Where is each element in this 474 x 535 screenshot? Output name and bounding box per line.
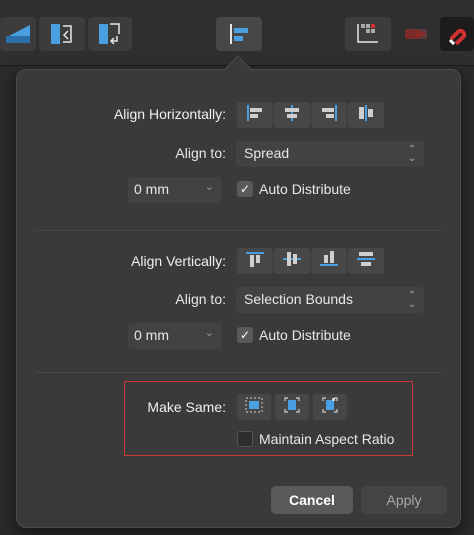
select-chevron-icon: ⌃ ⌄	[407, 290, 416, 310]
align-right-icon	[319, 104, 339, 127]
align-horizontal-to-select[interactable]: Spread ⌃ ⌄	[236, 141, 424, 167]
make-same-icon-group	[237, 394, 347, 420]
align-left-button[interactable]	[237, 102, 273, 128]
align-center-icon	[282, 104, 302, 127]
horizontal-spacing-value: 0 mm	[134, 181, 169, 197]
align-vertical-to-select[interactable]: Selection Bounds ⌃ ⌄	[236, 287, 424, 313]
same-size-icon	[244, 396, 264, 419]
align-middle-button[interactable]	[274, 248, 310, 274]
space-horizontal-icon	[356, 104, 376, 127]
same-width-button[interactable]	[313, 394, 347, 420]
horizontal-auto-distribute-label: Auto Distribute	[259, 181, 351, 197]
flip-button[interactable]	[396, 17, 436, 51]
move-forward-one-button[interactable]	[88, 17, 132, 51]
checkbox-unchecked-icon	[237, 431, 253, 447]
chevron-down-icon: ⌄	[204, 327, 214, 339]
align-bottom-icon	[319, 250, 339, 273]
apply-button[interactable]: Apply	[361, 486, 447, 514]
align-icon	[228, 23, 250, 45]
same-width-icon	[320, 396, 340, 419]
make-same-label: Make Same:	[147, 399, 226, 415]
vertical-spacing-field[interactable]: 0 mm ⌄	[128, 323, 222, 349]
align-horizontal-to-label: Align to:	[175, 145, 226, 161]
align-top-button[interactable]	[237, 248, 273, 274]
vertical-spacing-value: 0 mm	[134, 327, 169, 343]
checkbox-checked-icon: ✓	[237, 327, 253, 343]
flip-icon	[403, 26, 429, 42]
send-backward-icon	[4, 23, 32, 45]
transform-origin-button[interactable]	[345, 17, 391, 51]
chevron-down-icon: ⌄	[204, 181, 214, 193]
align-top-icon	[245, 250, 265, 273]
maintain-aspect-ratio-label: Maintain Aspect Ratio	[259, 431, 395, 447]
align-vertical-to-value: Selection Bounds	[244, 291, 353, 307]
space-vertical-icon	[356, 250, 376, 273]
align-right-button[interactable]	[311, 102, 347, 128]
align-horizontal-to-value: Spread	[244, 145, 290, 161]
vertical-auto-distribute-checkbox[interactable]: ✓ Auto Distribute	[237, 327, 351, 343]
align-vertical-to-label: Align to:	[175, 291, 226, 307]
align-center-horizontal-button[interactable]	[274, 102, 310, 128]
snapping-button[interactable]	[440, 17, 474, 51]
align-vertically-label: Align Vertically:	[131, 253, 226, 269]
align-vertical-icon-group	[237, 248, 384, 274]
section-divider	[36, 230, 441, 231]
vertical-auto-distribute-label: Auto Distribute	[259, 327, 351, 343]
send-backward-button[interactable]	[0, 17, 36, 51]
same-height-icon	[282, 396, 302, 419]
horizontal-spacing-field[interactable]: 0 mm ⌄	[128, 177, 222, 203]
select-chevron-icon: ⌃ ⌄	[407, 144, 416, 164]
align-left-icon	[245, 104, 265, 127]
move-back-one-button[interactable]	[39, 17, 85, 51]
align-horizontal-icon-group	[237, 102, 384, 128]
section-divider	[36, 372, 441, 373]
transform-origin-icon	[355, 22, 381, 46]
align-button[interactable]	[216, 17, 262, 51]
same-size-button[interactable]	[237, 394, 271, 420]
align-bottom-button[interactable]	[311, 248, 347, 274]
same-height-button[interactable]	[275, 394, 309, 420]
align-horizontally-label: Align Horizontally:	[113, 106, 226, 122]
cancel-button[interactable]: Cancel	[271, 486, 353, 514]
space-vertical-button[interactable]	[348, 248, 384, 274]
space-horizontal-button[interactable]	[348, 102, 384, 128]
maintain-aspect-ratio-checkbox[interactable]: Maintain Aspect Ratio	[237, 431, 394, 447]
horizontal-auto-distribute-checkbox[interactable]: ✓ Auto Distribute	[237, 181, 351, 197]
align-middle-icon	[282, 250, 302, 273]
checkbox-checked-icon: ✓	[237, 181, 253, 197]
move-forward-one-icon	[97, 22, 123, 46]
move-back-one-icon	[49, 22, 75, 46]
snapping-magnet-icon	[446, 23, 468, 45]
